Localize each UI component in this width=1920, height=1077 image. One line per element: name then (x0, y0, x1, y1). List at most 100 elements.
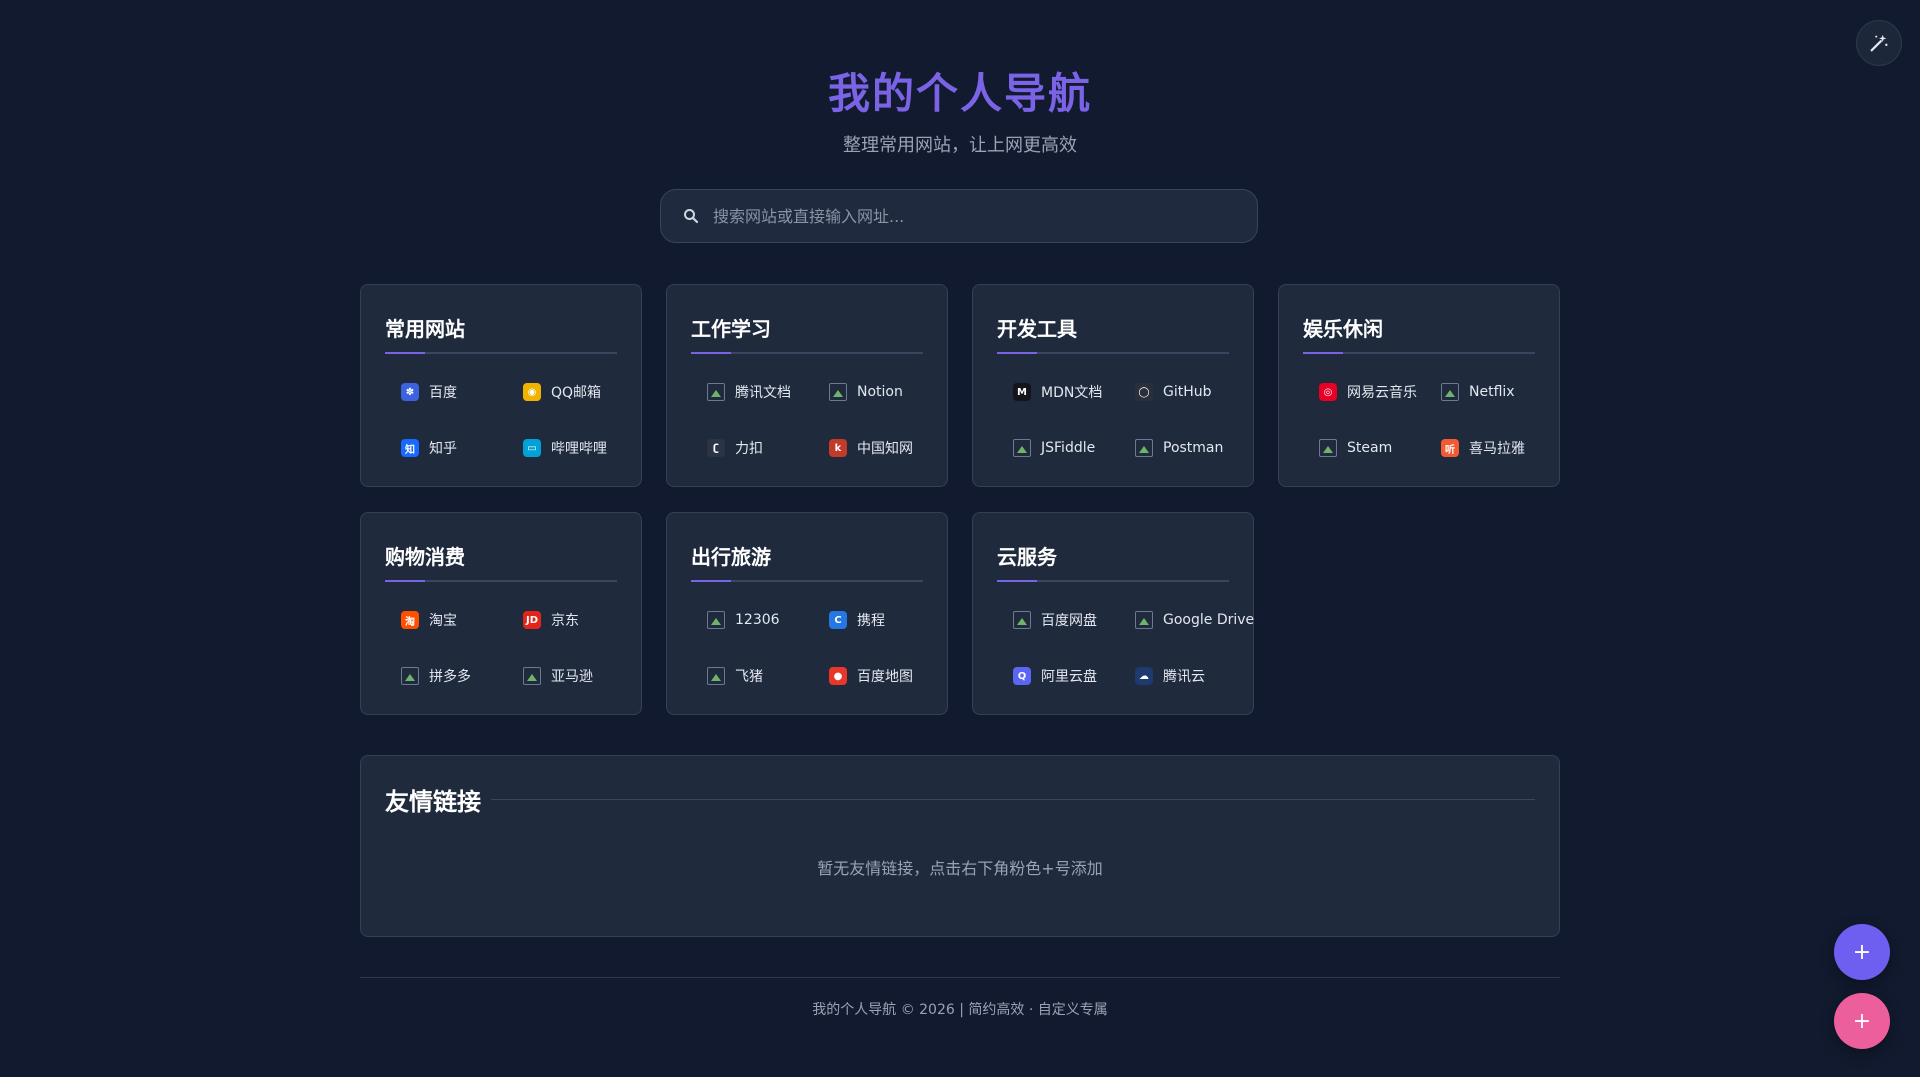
site-link-label: 腾讯云 (1163, 669, 1205, 685)
site-link-label: QQ邮箱 (551, 385, 602, 401)
site-link[interactable]: Postman (1119, 428, 1241, 468)
site-link[interactable]: ● 百度地图 (813, 656, 935, 696)
site-link-label: Postman (1163, 440, 1224, 456)
category-title: 娱乐休闲 (1303, 317, 1383, 341)
category-divider (385, 352, 617, 354)
site-link-label: Google Drive (1163, 612, 1255, 628)
broken-image-icon (707, 667, 725, 685)
site-link[interactable]: C 携程 (813, 600, 935, 640)
qq-mail-icon: ◉ (523, 383, 541, 401)
site-link-label: Notion (857, 384, 903, 400)
site-link-label: 百度 (429, 385, 457, 401)
site-link[interactable]: ✽ 百度 (385, 372, 507, 412)
add-friend-link-button[interactable]: + (1834, 993, 1890, 1049)
broken-image-icon (523, 667, 541, 685)
taobao-icon: 淘 (401, 611, 419, 629)
jd-icon: JD (523, 611, 541, 629)
site-link[interactable]: 腾讯文档 (691, 372, 813, 412)
site-link[interactable]: ☁ 腾讯云 (1119, 656, 1241, 696)
site-link[interactable]: 亚马逊 (507, 656, 629, 696)
broken-image-icon (401, 667, 419, 685)
site-link[interactable]: M MDN文档 (997, 372, 1119, 412)
site-link[interactable]: 飞猪 (691, 656, 813, 696)
category-divider (691, 352, 923, 354)
broken-image-icon (1013, 439, 1031, 457)
search-icon (684, 209, 699, 224)
site-link[interactable]: 拼多多 (385, 656, 507, 696)
site-link-label: 拼多多 (429, 669, 471, 685)
category-title: 开发工具 (997, 317, 1077, 341)
category-title: 云服务 (997, 545, 1057, 569)
footer-divider (360, 977, 1560, 978)
site-link-label: Netflix (1469, 384, 1515, 400)
site-link-label: 飞猪 (735, 669, 763, 685)
category-title: 常用网站 (385, 317, 465, 341)
site-link[interactable]: ◉ QQ邮箱 (507, 372, 629, 412)
site-link-label: 12306 (735, 612, 780, 628)
broken-image-icon (1135, 439, 1153, 457)
site-link[interactable]: 12306 (691, 600, 813, 640)
category-title: 购物消费 (385, 545, 465, 569)
page-subtitle: 整理常用网站，让上网更高效 (843, 135, 1077, 156)
category-title: 工作学习 (691, 317, 771, 341)
site-link[interactable]: Netflix (1425, 372, 1547, 412)
site-link-label: 阿里云盘 (1041, 669, 1097, 685)
page-title: 我的个人导航 (827, 69, 1092, 118)
site-link-label: 知乎 (429, 441, 457, 457)
site-link[interactable]: JSFiddle (997, 428, 1119, 468)
category-grid: 常用网站 ✽ 百度 ◉ QQ邮箱知知乎 ▭ 哔哩哔哩 工作学习腾讯文档 Notion ʗ 力扣 k 中国… (360, 284, 1560, 715)
github-icon: ◯ (1135, 383, 1153, 401)
netease-music-icon: ◎ (1319, 383, 1337, 401)
site-link[interactable]: k 中国知网 (813, 428, 935, 468)
ximalaya-icon: 听 (1441, 439, 1459, 457)
site-link[interactable]: ▭ 哔哩哔哩 (507, 428, 629, 468)
ctrip-icon: C (829, 611, 847, 629)
category-card: 开发工具 M MDN文档 ◯ GitHub JSFiddle Postman (972, 284, 1254, 487)
baidu-map-icon: ● (829, 667, 847, 685)
category-card: 云服务百度网盘 Google Drive Q 阿里云盘 ☁ 腾讯云 (972, 512, 1254, 715)
category-card: 工作学习腾讯文档 Notion ʗ 力扣 k 中国知网 (666, 284, 948, 487)
site-link[interactable]: Q 阿里云盘 (997, 656, 1119, 696)
site-link-label: 网易云音乐 (1347, 385, 1417, 401)
category-divider (1303, 352, 1535, 354)
broken-image-icon (1135, 611, 1153, 629)
site-link[interactable]: JD 京东 (507, 600, 629, 640)
category-divider (997, 352, 1229, 354)
site-link[interactable]: Google Drive (1119, 600, 1254, 640)
friend-links-divider (491, 799, 1535, 800)
category-title: 出行旅游 (691, 545, 771, 569)
category-card: 常用网站 ✽ 百度 ◉ QQ邮箱知知乎 ▭ 哔哩哔哩 (360, 284, 642, 487)
search-bar[interactable] (660, 189, 1258, 243)
site-link[interactable]: ◎ 网易云音乐 (1303, 372, 1425, 412)
site-link-label: 百度网盘 (1041, 613, 1097, 629)
add-site-button[interactable]: + (1834, 924, 1890, 980)
cnki-icon: k (829, 439, 847, 457)
friend-links-section: 友情链接 暂无友情链接，点击右下角粉色+号添加 (360, 755, 1560, 937)
site-link-label: 携程 (857, 613, 885, 629)
site-link[interactable]: ◯ GitHub (1119, 372, 1241, 412)
broken-image-icon (829, 383, 847, 401)
site-link-label: GitHub (1163, 384, 1212, 400)
site-link[interactable]: 百度网盘 (997, 600, 1119, 640)
category-card: 娱乐休闲 ◎ 网易云音乐 Netflix Steam 听喜马拉雅 (1278, 284, 1560, 487)
broken-image-icon (1319, 439, 1337, 457)
footer-text: 我的个人导航 © 2026 | 简约高效 · 自定义专属 (812, 1002, 1108, 1018)
bilibili-icon: ▭ (523, 439, 541, 457)
tencent-cloud-icon: ☁ (1135, 667, 1153, 685)
site-link[interactable]: Notion (813, 372, 935, 412)
site-link-label: 力扣 (735, 441, 763, 457)
site-link[interactable]: 知知乎 (385, 428, 507, 468)
broken-image-icon (707, 383, 725, 401)
broken-image-icon (1441, 383, 1459, 401)
search-input[interactable] (711, 189, 1257, 243)
site-link-label: 哔哩哔哩 (551, 441, 607, 457)
broken-image-icon (1013, 611, 1031, 629)
site-link[interactable]: 听喜马拉雅 (1425, 428, 1547, 468)
site-link[interactable]: Steam (1303, 428, 1425, 468)
category-divider (691, 580, 923, 582)
leetcode-icon: ʗ (707, 439, 725, 457)
site-link[interactable]: ʗ 力扣 (691, 428, 813, 468)
site-link-label: MDN文档 (1041, 385, 1103, 401)
category-divider (997, 580, 1229, 582)
site-link[interactable]: 淘淘宝 (385, 600, 507, 640)
